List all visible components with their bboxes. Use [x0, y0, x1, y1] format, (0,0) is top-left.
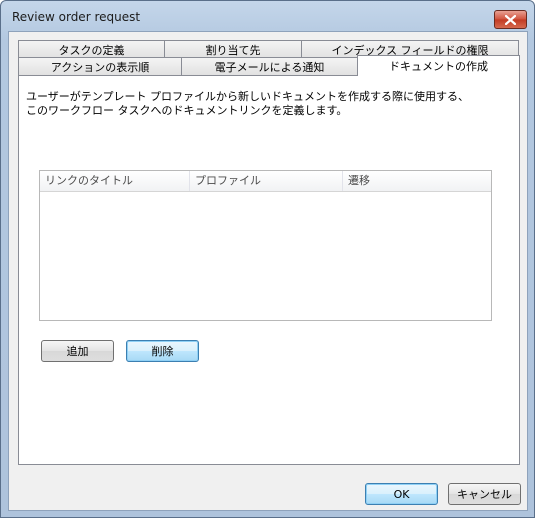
title-bar[interactable]: Review order request [1, 1, 534, 31]
column-header-transition[interactable]: 遷移 [343, 171, 491, 191]
close-button[interactable] [494, 10, 527, 29]
delete-button[interactable]: 削除 [126, 340, 199, 362]
tab-create-document[interactable]: ドキュメントの作成 [357, 55, 520, 76]
window-title: Review order request [12, 10, 141, 24]
dialog-window: Review order request タスクの定義 割り当て先 インデックス… [0, 0, 535, 518]
list-header: リンクのタイトル プロファイル 遷移 [40, 171, 491, 192]
column-header-link-title[interactable]: リンクのタイトル [40, 171, 190, 191]
close-icon [505, 14, 516, 25]
tab-label: 割り当て先 [205, 44, 261, 57]
tab-label: アクションの表示順 [50, 61, 150, 74]
description-line: このワークフロー タスクへのドキュメントリンクを定義します。 [26, 104, 348, 117]
description-text: ユーザーがテンプレート プロファイルから新しいドキュメントを作成する際に使用する… [26, 90, 506, 118]
description-line: ユーザーがテンプレート プロファイルから新しいドキュメントを作成する際に使用する… [26, 90, 469, 103]
tab-label: タスクの定義 [58, 44, 125, 57]
dialog-client: タスクの定義 割り当て先 インデックス フィールドの権限 アクションの表示順 電… [8, 31, 528, 511]
add-button[interactable]: 追加 [41, 340, 114, 362]
tab-panel-create-document: ユーザーがテンプレート プロファイルから新しいドキュメントを作成する際に使用する… [18, 75, 520, 465]
ok-button[interactable]: OK [365, 483, 438, 505]
cancel-button[interactable]: キャンセル [448, 483, 521, 505]
tab-email-notification[interactable]: 電子メールによる通知 [181, 57, 358, 76]
tab-label: ドキュメントの作成 [389, 60, 488, 73]
document-link-list[interactable]: リンクのタイトル プロファイル 遷移 [39, 170, 492, 321]
column-header-profile[interactable]: プロファイル [190, 171, 343, 191]
tab-label: 電子メールによる通知 [214, 61, 325, 74]
tab-action-order[interactable]: アクションの表示順 [18, 57, 182, 76]
